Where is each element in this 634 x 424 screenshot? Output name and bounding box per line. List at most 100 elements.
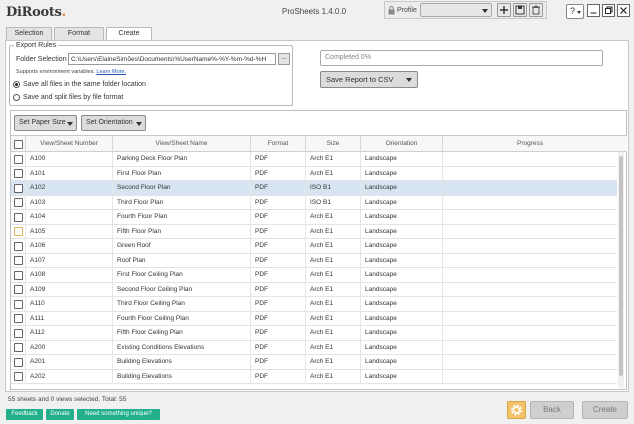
table-row[interactable]: A106 Green Roof PDF Arch E1 Landscape [11,239,617,254]
table-row[interactable]: A109 Second Floor Ceiling Plan PDF Arch E1 L… [11,282,617,297]
table-row[interactable]: A105 Fifth Floor Plan PDF Arch E1 Landscape [11,224,617,239]
browse-folder-button[interactable]: ... [278,53,290,65]
table-row[interactable]: A108 First Floor Ceiling Plan PDF Arch E1 La… [11,268,617,283]
cell-format: PDF [251,340,306,355]
back-button[interactable]: Back [530,401,574,419]
header-number[interactable]: View/Sheet Number [26,136,113,152]
cell-progress [443,181,617,195]
header-format[interactable]: Format [251,136,306,152]
cell-size: Arch E1 [306,311,361,326]
cell-size: ISO B1 [306,195,361,210]
row-checkbox[interactable] [14,154,23,164]
table-row[interactable]: A110 Third Floor Ceiling Plan PDF Arch E1 La… [11,297,617,312]
row-checkbox[interactable] [14,256,23,265]
restore-button[interactable] [602,4,615,17]
table-row[interactable]: A104 Fourth Floor Plan PDF Arch E1 Landscape [11,210,617,225]
cell-name: Second Floor Ceiling Plan [113,282,251,297]
table-row[interactable]: A201 Building Elevations PDF Arch E1 Landsca… [11,355,617,370]
row-checkbox[interactable] [14,357,23,367]
header-orientation[interactable]: Orientation [361,136,443,152]
create-button[interactable]: Create [582,401,628,419]
row-checkbox[interactable] [14,314,23,323]
table-row[interactable]: A101 First Floor Plan PDF Arch E1 Landscape [11,166,617,181]
table-row[interactable]: A100 Parking Deck Floor Plan PDF Arch E1 Lan… [11,152,617,167]
cell-progress [443,196,617,210]
row-checkbox[interactable] [14,183,23,193]
save-report-button[interactable]: Save Report to CSV [320,71,418,88]
table-row[interactable]: A112 Fifth Floor Ceiling Plan PDF Arch E1 La… [11,326,617,341]
header-name[interactable]: View/Sheet Name [113,136,251,152]
close-button[interactable] [617,4,630,17]
row-checkbox[interactable] [14,241,23,251]
cell-format: PDF [251,152,306,166]
donate-button[interactable]: Donate [46,409,74,420]
cell-orientation: Landscape [361,152,443,166]
cell-progress [443,355,617,369]
table-row[interactable]: A202 Building Elevations PDF Arch E1 Landsca… [11,369,617,384]
cell-checkbox [11,210,26,224]
table-row[interactable]: A103 Third Floor Plan PDF ISO B1 Landscape [11,195,617,210]
cell-size: Arch E1 [306,355,361,369]
header-progress[interactable]: Progress [443,136,617,152]
cell-size: Arch E1 [306,239,361,253]
table-row[interactable]: A107 Roof Plan PDF Arch E1 Landscape [11,253,617,268]
settings-button[interactable] [507,401,526,419]
feedback-button[interactable]: Feedback [6,409,43,420]
export-rules-legend: Export Rules [14,42,59,49]
cell-format: PDF [251,195,306,210]
tab-create[interactable]: Create [106,27,152,41]
row-checkbox[interactable] [14,299,23,309]
profile-select[interactable] [420,3,492,17]
cell-size: Arch E1 [306,268,361,282]
help-button[interactable]: ? [566,4,584,19]
row-checkbox[interactable] [14,372,23,381]
lock-icon [388,6,395,15]
delete-profile-button[interactable] [529,3,543,17]
row-checkbox[interactable] [14,328,23,338]
folder-path-input[interactable]: C:\Users\ElaineSimões\Documents\%UserNam… [68,53,276,65]
set-paper-size-label: Set Paper Size [19,119,66,126]
learn-more-link[interactable]: Learn More. [96,69,126,75]
minimize-button[interactable] [587,4,600,17]
tab-format[interactable]: Format [54,27,104,40]
radio-split-by-format[interactable]: Save and split files by file format [13,93,213,103]
select-all-checkbox[interactable] [14,140,23,149]
vertical-scrollbar[interactable] [618,152,624,388]
app-title: ProSheets 1.4.0.0 [282,7,347,16]
add-profile-button[interactable] [497,3,511,17]
cell-format: PDF [251,239,306,253]
set-orientation-button[interactable]: Set Orientation [81,115,146,131]
cell-progress [443,152,617,166]
row-checkbox[interactable] [14,343,23,352]
need-something-unique-button[interactable]: Need something unique? [77,409,160,420]
row-checkbox[interactable] [14,212,23,222]
table-row[interactable]: A200 Existing Conditions Elevations PDF Arc… [11,340,617,355]
row-checkbox[interactable] [14,270,23,280]
row-checkbox[interactable] [14,227,23,236]
row-checkbox[interactable] [14,198,23,207]
profile-label: Profile [397,7,417,14]
scrollbar-thumb[interactable] [619,156,623,376]
cell-name: First Floor Ceiling Plan [113,268,251,282]
row-checkbox[interactable] [14,285,23,294]
table-header: View/Sheet Number View/Sheet Name Format… [11,136,627,152]
table-row[interactable]: A102 Second Floor Plan PDF ISO B1 Landscape [11,181,617,196]
profile-bar: Profile [384,1,547,19]
row-checkbox[interactable] [14,169,23,178]
cell-orientation: Landscape [361,224,443,239]
cell-name: Green Roof [113,239,251,253]
table-row[interactable]: A111 Fourth Floor Ceiling Plan PDF Arch E1 L… [11,311,617,326]
tab-selection[interactable]: Selection [6,27,52,40]
set-paper-size-button[interactable]: Set Paper Size [14,115,77,131]
radio-button[interactable] [13,94,20,101]
cell-checkbox [11,268,26,282]
radio-button[interactable] [13,81,20,88]
cell-checkbox [11,195,26,210]
radio-same-folder[interactable]: Save all files in the same folder locati… [13,80,213,90]
cell-number: A104 [26,210,113,224]
cell-checkbox [11,355,26,369]
cell-size: Arch E1 [306,282,361,297]
header-size[interactable]: Size [306,136,361,152]
cell-number: A109 [26,282,113,297]
save-profile-button[interactable] [513,3,527,17]
